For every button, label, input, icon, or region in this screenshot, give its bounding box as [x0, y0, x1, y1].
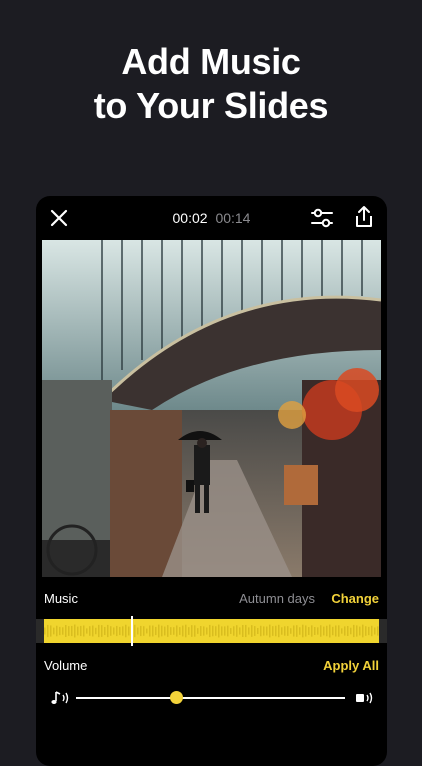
volume-track	[76, 697, 345, 699]
music-label: Music	[44, 591, 78, 606]
music-row: Music Autumn days Change	[44, 591, 379, 609]
headline-line-1: Add Music	[121, 41, 301, 82]
current-time: 00:02	[172, 210, 208, 226]
volume-label: Volume	[44, 658, 88, 673]
speaker-icon	[356, 692, 373, 704]
waveform-graphic	[44, 624, 379, 638]
share-icon[interactable]	[353, 205, 375, 229]
slide-photo	[42, 240, 381, 577]
total-time: 00:14	[215, 210, 251, 226]
headline-line-2: to Your Slides	[93, 85, 329, 126]
volume-thumb[interactable]	[169, 691, 183, 704]
playhead[interactable]	[131, 616, 134, 646]
volume-row: Volume Apply All	[44, 658, 379, 676]
editor-panel: 00:02 00:14 Music Autumn days Change Vol…	[36, 196, 387, 766]
sliders-icon[interactable]	[310, 207, 334, 229]
volume-slider[interactable]	[50, 688, 375, 708]
apply-all-button[interactable]: Apply All	[323, 658, 379, 673]
change-music-button[interactable]: Change	[331, 591, 379, 606]
music-timeline[interactable]	[36, 616, 387, 646]
editor-toolbar: 00:02 00:14	[36, 196, 387, 240]
music-note-icon	[51, 691, 69, 704]
playback-time: 00:02 00:14	[36, 210, 387, 226]
headline: Add Music to Your Slides	[0, 40, 422, 128]
track-name: Autumn days	[239, 591, 315, 606]
audio-waveform	[44, 619, 379, 643]
